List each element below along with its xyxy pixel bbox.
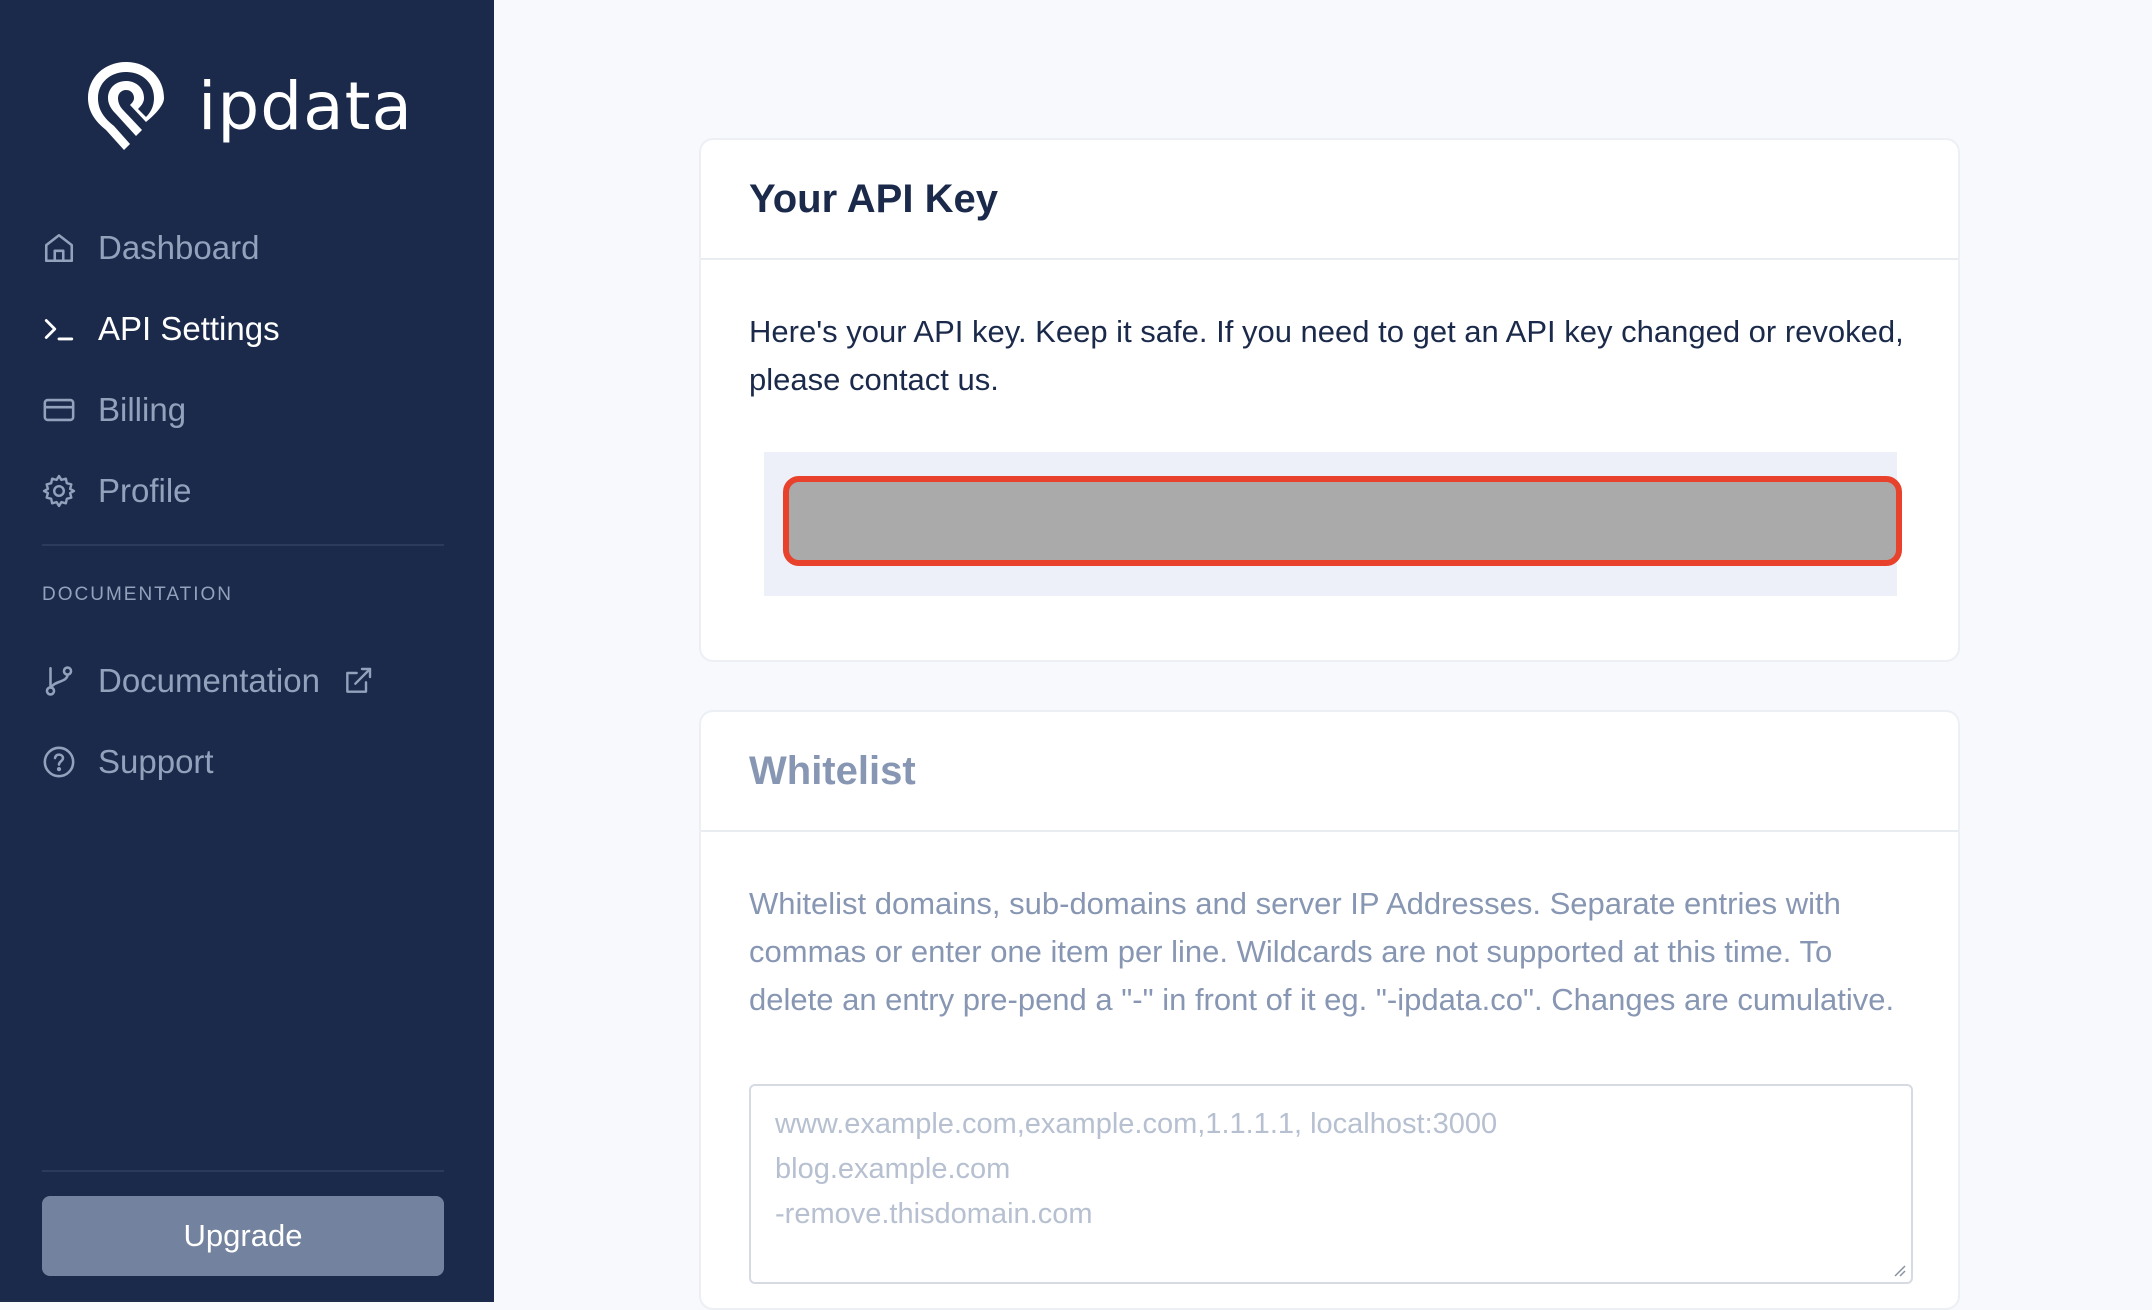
api-key-card-header: Your API Key xyxy=(701,140,1958,260)
whitelist-card-header: Whitelist xyxy=(701,712,1958,832)
help-circle-icon xyxy=(40,743,78,781)
whitelist-description: Whitelist domains, sub-domains and serve… xyxy=(749,886,1895,1017)
nav-item-api-settings[interactable]: API Settings xyxy=(40,288,450,369)
sidebar: ipdata Dashboard API Settings Billing Pr… xyxy=(0,0,494,1302)
sidebar-divider xyxy=(42,544,444,546)
sidebar-bottom-divider xyxy=(42,1170,444,1172)
git-branch-icon xyxy=(40,662,78,700)
nav-item-support[interactable]: Support xyxy=(40,721,450,802)
api-key-card-title: Your API Key xyxy=(749,176,998,221)
api-key-description: Here's your API key. Keep it safe. If yo… xyxy=(749,314,1904,397)
api-key-container xyxy=(764,452,1902,596)
nav-item-billing[interactable]: Billing xyxy=(40,369,450,450)
whitelist-textarea[interactable]: www.example.com,example.com,1.1.1.1, loc… xyxy=(749,1084,1913,1284)
gear-icon xyxy=(40,472,78,510)
api-key-field-redacted[interactable] xyxy=(783,476,1902,566)
whitelist-card-title: Whitelist xyxy=(749,748,916,793)
upgrade-button[interactable]: Upgrade xyxy=(42,1196,444,1276)
whitelist-card-body: Whitelist domains, sub-domains and serve… xyxy=(701,832,1958,1024)
nav-label-api-settings: API Settings xyxy=(98,309,280,347)
nav-label-documentation: Documentation xyxy=(98,661,320,699)
nav-item-profile[interactable]: Profile xyxy=(40,450,450,531)
whitelist-card: Whitelist Whitelist domains, sub-domains… xyxy=(699,710,1960,1310)
brand[interactable]: ipdata xyxy=(80,56,413,156)
ipdata-logo-icon xyxy=(88,62,164,150)
whitelist-placeholder-line: blog.example.com xyxy=(775,1153,1011,1185)
home-icon xyxy=(40,229,78,267)
whitelist-placeholder-line: www.example.com,example.com,1.1.1.1, loc… xyxy=(775,1108,1498,1140)
api-key-card-body: Here's your API key. Keep it safe. If yo… xyxy=(701,260,1958,404)
external-link-icon xyxy=(342,665,374,697)
section-title-documentation: DOCUMENTATION xyxy=(42,584,234,605)
main-nav: Dashboard API Settings Billing Profile xyxy=(40,207,450,531)
brand-name: ipdata xyxy=(198,67,413,145)
nav-item-documentation[interactable]: Documentation xyxy=(40,640,450,721)
api-key-card: Your API Key Here's your API key. Keep i… xyxy=(699,138,1960,662)
terminal-icon xyxy=(40,310,78,348)
resize-grip-icon[interactable] xyxy=(1891,1262,1907,1278)
nav-label-support: Support xyxy=(98,742,214,780)
docs-nav: Documentation Support xyxy=(40,640,450,802)
whitelist-placeholder-line: -remove.thisdomain.com xyxy=(775,1198,1093,1230)
nav-item-dashboard[interactable]: Dashboard xyxy=(40,207,450,288)
credit-card-icon xyxy=(40,391,78,429)
nav-label-billing: Billing xyxy=(98,390,187,428)
nav-label-profile: Profile xyxy=(98,471,192,509)
nav-label-dashboard: Dashboard xyxy=(98,228,260,266)
